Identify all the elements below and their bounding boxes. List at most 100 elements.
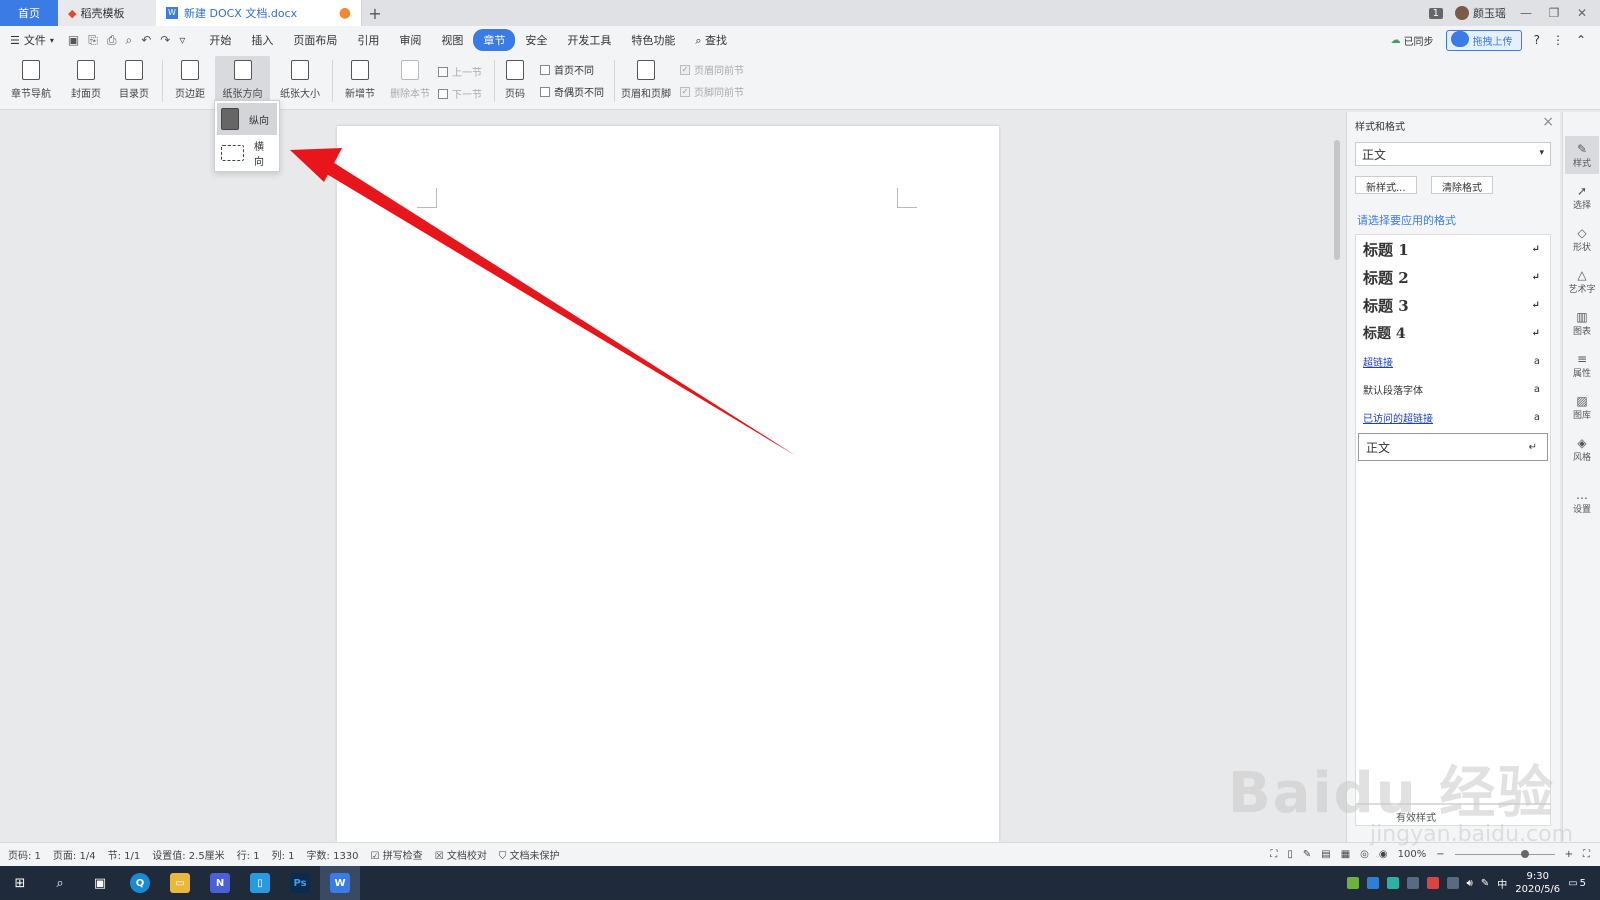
list-item[interactable]: 标题 3 ↵ <box>1356 291 1550 319</box>
document-page[interactable] <box>337 126 999 842</box>
zoom-out-icon[interactable]: − <box>1436 849 1444 860</box>
eye-protect-icon[interactable]: ◉ <box>1379 849 1388 860</box>
undo-icon[interactable]: ↶ <box>141 33 151 48</box>
sidebar-item-gallery[interactable]: ▨ 图库 <box>1565 388 1599 426</box>
tray-nvidia-icon[interactable] <box>1346 877 1359 889</box>
clock[interactable]: 9:30 2020/5/6 <box>1515 870 1560 896</box>
list-item[interactable]: 已访问的超链接 a <box>1356 403 1550 431</box>
status-setting[interactable]: 设置值: 2.5厘米 <box>152 847 224 862</box>
first-page-diff-checkbox[interactable]: 首页不同 <box>540 62 594 77</box>
zoom-in-icon[interactable]: + <box>1565 849 1573 860</box>
orientation-button[interactable]: 纸张方向 <box>215 56 270 106</box>
print-preview-icon[interactable]: ⌕ <box>125 33 132 48</box>
sync-status[interactable]: ☁ 已同步 <box>1391 33 1434 48</box>
task-view-button[interactable]: ▣ <box>80 866 120 900</box>
spell-check-button[interactable]: ☑ 拼写检查 <box>371 847 423 862</box>
margin-button[interactable]: 页边距 <box>168 56 212 106</box>
close-icon[interactable]: × <box>1542 114 1554 130</box>
tray-antivirus-icon[interactable] <box>1426 877 1439 889</box>
delete-section-button[interactable]: 删除本节 <box>388 56 432 106</box>
tray-mic-icon[interactable] <box>1406 877 1419 889</box>
sidebar-item-style[interactable]: ✎ 样式 <box>1565 136 1599 174</box>
odd-even-diff-checkbox[interactable]: 奇偶页不同 <box>540 84 604 99</box>
menu-item-references[interactable]: 引用 <box>347 29 389 51</box>
menu-item-layout[interactable]: 页面布局 <box>283 29 347 51</box>
start-button[interactable]: ⊞ <box>0 866 40 900</box>
sidebar-item-theme[interactable]: ◈ 风格 <box>1565 430 1599 468</box>
ime-indicator[interactable]: 中 <box>1497 876 1507 891</box>
clear-format-button[interactable]: 清除格式 <box>1431 176 1493 194</box>
more-icon[interactable]: ⋮ <box>1552 33 1564 47</box>
next-section-button[interactable]: 下一节 <box>438 86 482 101</box>
zoom-slider[interactable] <box>1454 850 1555 858</box>
page-view-icon[interactable]: ▤ <box>1321 849 1330 860</box>
fit-window-icon[interactable]: ⛶ <box>1583 849 1590 860</box>
customize-toolbar-icon[interactable]: ▿ <box>179 33 185 48</box>
list-item[interactable]: 正文 ↵ <box>1358 433 1548 461</box>
page-number-button[interactable]: 页码 <box>498 56 532 106</box>
orientation-landscape[interactable]: 横向 <box>217 137 277 169</box>
header-footer-button[interactable]: 页眉和页脚 <box>618 56 674 106</box>
current-style-select[interactable]: 正文 ▾ <box>1355 142 1551 166</box>
taskbar-search-button[interactable]: ⌕ <box>40 866 80 900</box>
sidebar-item-settings[interactable]: … 设置 <box>1565 482 1599 520</box>
new-tab-button[interactable]: + <box>362 0 388 26</box>
protect-button[interactable]: ⛉ 文档未保护 <box>499 847 560 862</box>
list-item[interactable]: 标题 4 ↵ <box>1356 319 1550 347</box>
redo-icon[interactable]: ↷ <box>160 33 170 48</box>
close-icon[interactable]: ✕ <box>1574 6 1590 20</box>
menu-item-developer[interactable]: 开发工具 <box>557 29 621 51</box>
cover-page-button[interactable]: 封面页 <box>64 56 108 106</box>
status-section[interactable]: 节: 1/1 <box>108 847 141 862</box>
sidebar-item-select[interactable]: ➚ 选择 <box>1565 178 1599 216</box>
taskbar-app-explorer[interactable]: ▭ <box>160 866 200 900</box>
prev-section-button[interactable]: 上一节 <box>438 64 482 79</box>
menu-item-start[interactable]: 开始 <box>199 29 241 51</box>
fullscreen-icon[interactable]: ⛶ <box>1270 849 1277 860</box>
sidebar-item-shape[interactable]: ◇ 形状 <box>1565 220 1599 258</box>
proofread-button[interactable]: ☒ 文档校对 <box>435 847 487 862</box>
sidebar-item-wordart[interactable]: △ 艺术字 <box>1565 262 1599 300</box>
list-item[interactable]: 标题 2 ↵ <box>1356 263 1550 291</box>
sidebar-item-chart[interactable]: ▥ 图表 <box>1565 304 1599 342</box>
pen-tray-icon[interactable]: ✎ <box>1481 878 1489 889</box>
tab-template[interactable]: ◆ 稻壳模板 <box>58 0 156 26</box>
tray-security-icon[interactable] <box>1366 877 1379 889</box>
menu-item-review[interactable]: 审阅 <box>389 29 431 51</box>
outline-view-icon[interactable]: ▦ <box>1341 849 1350 860</box>
menu-item-view[interactable]: 视图 <box>431 29 473 51</box>
notification-button[interactable]: ▭ 5 <box>1568 878 1586 889</box>
new-section-button[interactable]: 新增节 <box>338 56 382 106</box>
section-nav-button[interactable]: 章节导航 <box>8 56 54 106</box>
minimize-icon[interactable]: — <box>1518 6 1534 20</box>
menu-item-security[interactable]: 安全 <box>515 29 557 51</box>
taskbar-app-photoshop[interactable]: Ps <box>280 866 320 900</box>
help-icon[interactable]: ? <box>1534 33 1540 47</box>
footer-same-prev-checkbox[interactable]: ✓ 页脚同前节 <box>680 84 744 99</box>
menu-item-features[interactable]: 特色功能 <box>621 29 685 51</box>
menu-item-section[interactable]: 章节 <box>473 29 516 51</box>
sidebar-item-property[interactable]: ≡ 属性 <box>1565 346 1599 384</box>
list-item[interactable]: 超链接 a <box>1356 347 1550 375</box>
list-item[interactable]: 默认段落字体 a <box>1356 375 1550 403</box>
read-mode-icon[interactable]: ▯ <box>1287 849 1293 860</box>
header-same-prev-checkbox[interactable]: ✓ 页眉同前节 <box>680 62 744 77</box>
file-menu[interactable]: ☰ 文件 ▾ <box>10 32 54 48</box>
save-icon[interactable]: ▣ <box>68 33 79 48</box>
taskbar-app-note[interactable]: N <box>200 866 240 900</box>
taskbar-app-wps[interactable]: W <box>320 866 360 900</box>
status-page-code[interactable]: 页码: 1 <box>8 847 41 862</box>
menu-item-insert[interactable]: 插入 <box>241 29 283 51</box>
taskbar-app-tablet[interactable]: ▯ <box>240 866 280 900</box>
web-view-icon[interactable]: ◎ <box>1360 849 1369 860</box>
volume-icon[interactable]: 🔊︎ <box>1467 878 1473 889</box>
toc-page-button[interactable]: 目录页 <box>112 56 156 106</box>
document-scrollbar[interactable] <box>1332 118 1342 840</box>
tab-document[interactable]: W 新建 DOCX 文档.docx ● <box>156 0 362 26</box>
user-account[interactable]: 颜玉瑶 <box>1455 5 1506 21</box>
restore-icon[interactable]: ❐ <box>1546 6 1562 20</box>
edit-mode-icon[interactable]: ✎ <box>1303 849 1311 860</box>
print-icon[interactable]: ⎙ <box>107 33 117 48</box>
paper-size-button[interactable]: 纸张大小 <box>274 56 326 106</box>
drag-upload-button[interactable]: 拖拽上传 <box>1445 29 1522 51</box>
